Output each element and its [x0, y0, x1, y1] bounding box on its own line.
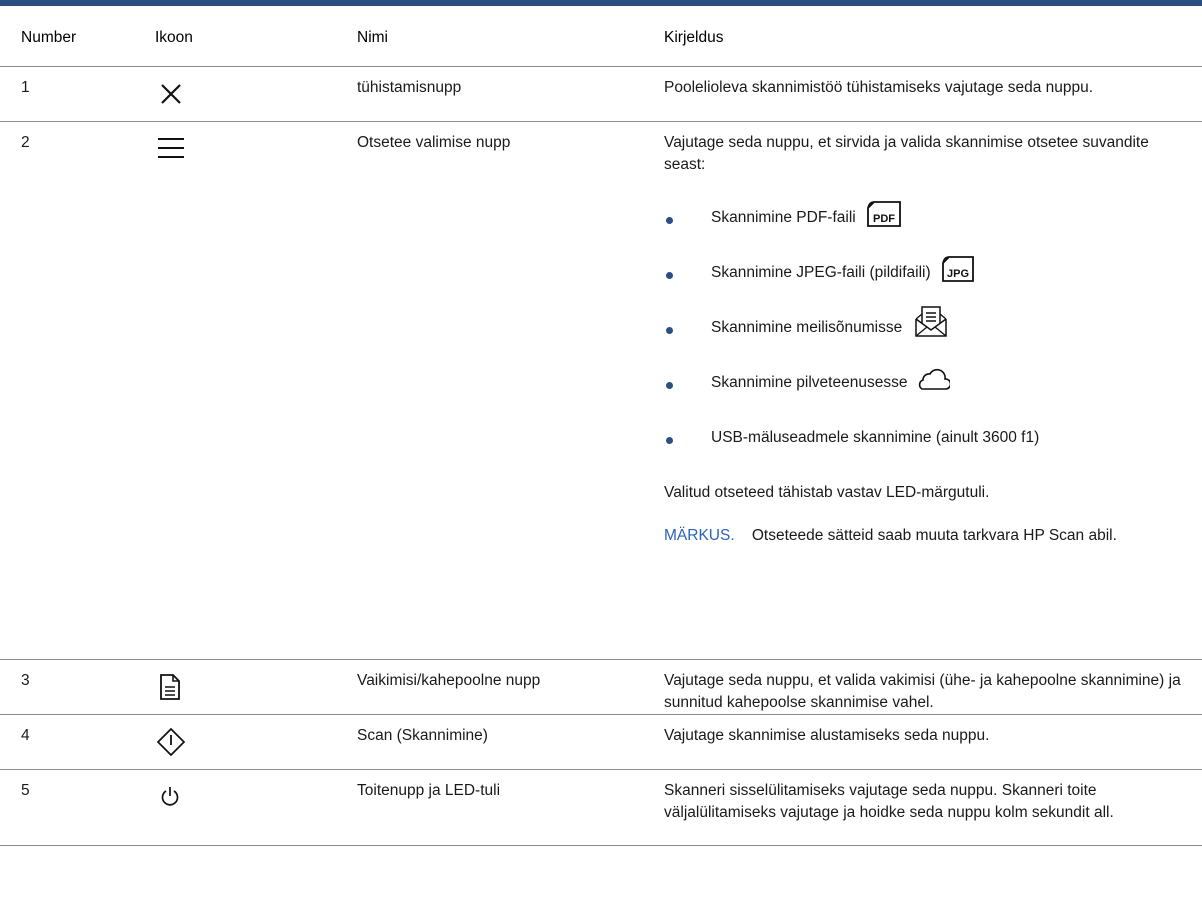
row-after-text: Valitud otseteed tähistab vastav LED-mär… [664, 484, 990, 501]
email-icon [914, 306, 947, 337]
scan-start-icon [156, 727, 186, 757]
row-name: Otsetee valimise nupp [357, 134, 511, 151]
cloud-icon [918, 368, 950, 390]
bullet-text: Skannimine JPEG-faili (pildifaili) [711, 264, 931, 281]
pdf-file-icon: PDF [867, 201, 901, 227]
row-number: 3 [21, 672, 30, 689]
bullet-item: Skannimine PDF-faili PDF [711, 201, 902, 229]
jpg-icon-label: JPG [947, 268, 969, 280]
bullet-text: Skannimine meilisõnumisse [711, 319, 903, 337]
bullet-item: Skannimine meilisõnumisse [711, 306, 949, 339]
row-name: Scan (Skannimine) [357, 727, 488, 744]
table-row: 5 Toitenupp ja LED-tuli Skanneri sisselü… [0, 770, 1202, 846]
header-number: Number [21, 29, 77, 46]
table-row: 4 Scan (Skannimine) Vajutage skannimise … [0, 715, 1202, 770]
menu-icon [158, 138, 184, 158]
close-icon [161, 84, 181, 104]
bullet-item: Skannimine JPEG-faili (pildifaili) JPG [711, 256, 975, 284]
header-icon: Ikoon [155, 29, 193, 46]
row-description: Skanneri sisselülitamiseks vajutage seda… [664, 782, 1114, 821]
row-name: Toitenupp ja LED-tuli [357, 782, 501, 799]
row-number: 4 [21, 727, 30, 744]
table-header: Number Ikoon Nimi Kirjeldus [0, 6, 1202, 67]
table-row: 1 tühistamisnupp Poolelioleva skannimist… [0, 67, 1202, 122]
document-icon [160, 674, 180, 700]
row-description: Vajutage skannimise alustamiseks seda nu… [664, 727, 990, 744]
bullet-item: Skannimine pilveteenusesse [711, 368, 950, 394]
bullet-text: Skannimine pilveteenusesse [711, 374, 908, 391]
bullet-dot [666, 437, 673, 444]
row-number: 1 [21, 79, 30, 96]
bullet-dot [666, 327, 673, 334]
row-name: Vaikimisi/kahepoolne nupp [357, 672, 541, 689]
note: MÄRKUS. Otseteede sätteid saab muuta tar… [664, 525, 1184, 547]
table-row: 3 Vaikimisi/kahepoolne nupp Vajutage sed… [0, 660, 1202, 715]
row-name: tühistamisnupp [357, 79, 462, 96]
bullet-item: USB-mäluseadmele skannimine (ainult 3600… [711, 427, 1039, 449]
power-icon [161, 787, 179, 806]
table-row: 2 Otsetee valimise nupp Vajutage seda nu… [0, 122, 1202, 660]
header-description: Kirjeldus [664, 29, 724, 46]
row-description: Poolelioleva skannimistöö tühistamiseks … [664, 79, 1094, 96]
note-label: MÄRKUS. [664, 527, 735, 544]
row-description: Vajutage seda nuppu, et sirvida ja valid… [664, 134, 1149, 173]
bullet-text: USB-mäluseadmele skannimine (ainult 3600… [711, 429, 1040, 446]
header-name: Nimi [357, 29, 388, 46]
note-text: Otseteede sätteid saab muuta tarkvara HP… [751, 527, 1117, 544]
row-number: 2 [21, 134, 30, 151]
jpg-file-icon: JPG [942, 256, 974, 282]
bullet-dot [666, 217, 673, 224]
pdf-icon-label: PDF [873, 213, 895, 225]
row-number: 5 [21, 782, 30, 799]
bullet-text: Skannimine PDF-faili [711, 209, 856, 226]
bullet-dot [666, 382, 673, 389]
bullet-dot [666, 272, 673, 279]
row-description: Vajutage seda nuppu, et valida vakimisi … [664, 672, 1181, 711]
